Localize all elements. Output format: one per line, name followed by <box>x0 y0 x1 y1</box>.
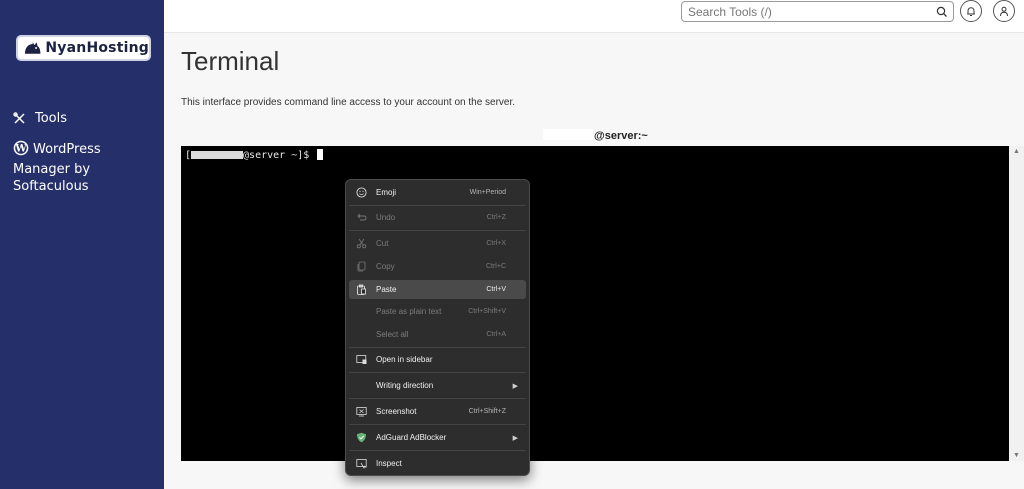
terminal-window[interactable]: [@server ~]$ <box>181 146 1009 461</box>
paste-icon <box>356 284 367 295</box>
terminal-cursor <box>317 149 324 160</box>
partial-footer-graphic <box>190 484 250 489</box>
nyanhosting-logo[interactable]: NyanHosting <box>18 37 149 59</box>
menu-item-copy[interactable]: Copy Ctrl+C <box>349 257 526 276</box>
menu-item-adguard[interactable]: AdGuard AdBlocker ▶ <box>349 428 526 447</box>
context-menu: Emoji Win+Period Undo Ctrl+Z Cut Ctrl+X … <box>345 179 530 476</box>
logo-text: NyanHosting <box>45 40 149 56</box>
smiley-icon <box>356 187 367 198</box>
submenu-arrow-icon: ▶ <box>512 382 518 390</box>
scroll-up-arrow-icon[interactable]: ▲ <box>1013 148 1020 155</box>
prompt-host: @server ~]$ <box>243 150 310 161</box>
sidebar-item-wordpress-manager[interactable]: W WordPress Manager by Softaculous <box>13 140 153 195</box>
adguard-shield-icon <box>356 432 367 443</box>
redacted-user <box>191 151 244 159</box>
scissors-icon <box>356 238 367 249</box>
redacted-username <box>543 129 593 140</box>
search-input[interactable] <box>688 4 928 19</box>
sidebar-icon <box>356 354 367 365</box>
sidebar-item-label-line2: Manager by <box>13 162 91 177</box>
tools-icon <box>13 112 25 124</box>
undo-icon <box>356 212 367 223</box>
cat-logo-icon <box>24 42 41 54</box>
search-box[interactable] <box>681 1 954 22</box>
page-description: This interface provides command line acc… <box>181 97 516 108</box>
menu-item-emoji[interactable]: Emoji Win+Period <box>349 183 526 202</box>
submenu-arrow-icon: ▶ <box>512 434 518 442</box>
sidebar-item-label-line3: Softaculous <box>13 179 89 194</box>
svg-text:W: W <box>14 144 27 155</box>
scroll-down-arrow-icon[interactable]: ▼ <box>1013 452 1020 459</box>
menu-item-paste-plain[interactable]: Paste as plain text Ctrl+Shift+V <box>349 302 526 321</box>
inspect-icon <box>356 458 367 469</box>
menu-item-writing-direction[interactable]: Writing direction ▶ <box>349 376 526 395</box>
menu-item-inspect[interactable]: Inspect <box>349 454 526 473</box>
bell-icon <box>967 6 975 16</box>
notifications-button[interactable] <box>960 0 982 22</box>
menu-item-screenshot[interactable]: Screenshot Ctrl+Shift+Z <box>349 402 526 421</box>
sidebar-item-label: Tools <box>35 111 68 126</box>
copy-icon <box>356 261 367 272</box>
screenshot-icon <box>356 406 367 417</box>
terminal-prompt: [@server ~]$ <box>185 149 324 161</box>
terminal-scrollbar[interactable]: ▲ ▼ <box>1009 146 1024 461</box>
menu-item-cut[interactable]: Cut Ctrl+X <box>349 234 526 253</box>
menu-item-select-all[interactable]: Select all Ctrl+A <box>349 325 526 344</box>
sidebar-item-tools[interactable]: Tools <box>13 111 67 126</box>
user-icon <box>1000 6 1008 16</box>
search-icon[interactable] <box>936 5 948 23</box>
wordpress-icon: W <box>13 140 29 161</box>
menu-item-undo[interactable]: Undo Ctrl+Z <box>349 208 526 227</box>
menu-item-paste[interactable]: Paste Ctrl+V <box>349 280 526 299</box>
sidebar: NyanHosting Tools W WordPress Manager by… <box>0 0 164 489</box>
menu-item-open-in-sidebar[interactable]: Open in sidebar <box>349 350 526 369</box>
terminal-title: @server:~ <box>594 130 648 142</box>
top-bar <box>164 0 1024 33</box>
user-menu-button[interactable] <box>993 0 1015 22</box>
page-title: Terminal <box>181 46 280 76</box>
sidebar-item-label-line1: WordPress <box>33 142 101 157</box>
